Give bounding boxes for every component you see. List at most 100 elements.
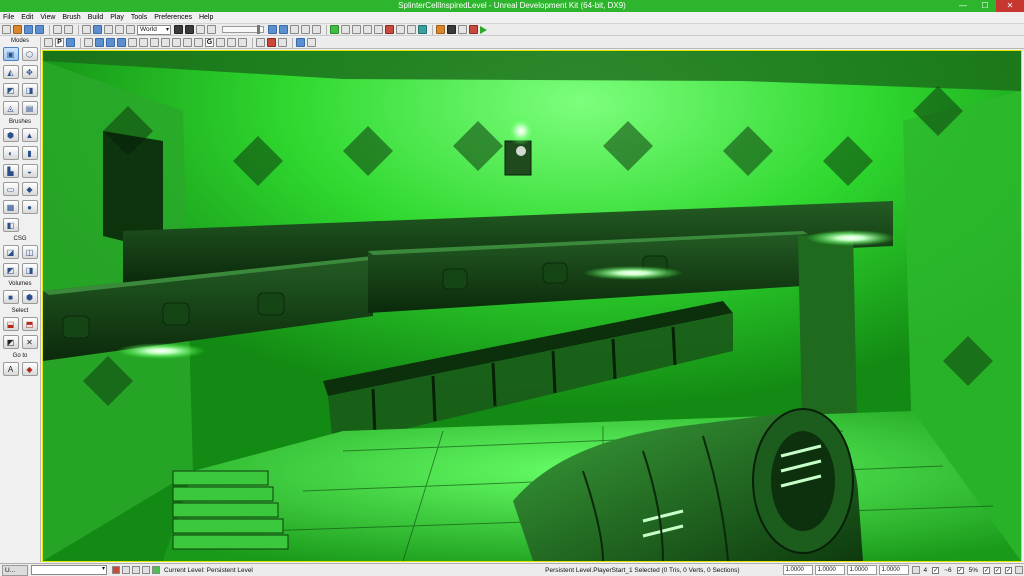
kismet-icon[interactable] (196, 25, 205, 34)
grid-size-value[interactable]: 4 (921, 567, 931, 574)
drag-grid-z[interactable]: 1.0000 (846, 565, 877, 575)
swarm-icon[interactable] (396, 25, 405, 34)
lighting-quality-icon[interactable] (407, 25, 416, 34)
invert-selection-icon[interactable]: ◩ (2, 335, 19, 349)
game-view-toggle[interactable]: G (205, 38, 214, 47)
light-complexity-icon[interactable] (139, 38, 148, 47)
build-lighting-icon[interactable] (341, 25, 350, 34)
status-folder-icon[interactable] (132, 566, 140, 574)
menu-tools[interactable]: Tools (131, 12, 147, 23)
record-icon[interactable] (267, 38, 276, 47)
command-combo[interactable] (31, 565, 107, 575)
select-cursor-icon[interactable] (82, 25, 91, 34)
redo-icon[interactable] (64, 25, 73, 34)
status-list-icon[interactable] (142, 566, 150, 574)
rotation-snap-value[interactable]: ~6 (941, 567, 954, 574)
new-file-icon[interactable] (2, 25, 11, 34)
lit-icon[interactable] (106, 38, 115, 47)
move-mode-icon[interactable]: ✥ (21, 65, 38, 79)
hide-icon[interactable] (301, 25, 310, 34)
build-all-icon[interactable] (374, 25, 383, 34)
scale-snap-value[interactable]: 5% (966, 567, 981, 574)
csg-add-icon[interactable]: ◪ (2, 245, 19, 259)
play-in-editor-icon[interactable] (436, 25, 445, 34)
geometry-mode-icon[interactable]: ⬡ (21, 47, 38, 61)
goto-builder-icon[interactable]: ◆ (21, 362, 38, 376)
lock-viewport-icon[interactable] (238, 38, 247, 47)
lighting-only-icon[interactable] (128, 38, 137, 47)
play-on-pc-icon[interactable] (447, 25, 456, 34)
status-layers-icon[interactable] (122, 566, 130, 574)
csg-intersect-icon[interactable]: ◩ (2, 263, 19, 277)
menu-brush[interactable]: Brush (62, 12, 80, 23)
volume-list-icon[interactable]: ⬢ (21, 290, 38, 304)
grid-snap-icon[interactable] (911, 566, 920, 574)
drag-grid-x[interactable]: 1.0000 (782, 565, 813, 575)
show-all-icon[interactable]: ✕ (21, 335, 38, 349)
menu-build[interactable]: Build (88, 12, 104, 23)
add-volume-icon[interactable]: ■ (2, 290, 19, 304)
perspective-toggle[interactable]: P (55, 38, 64, 47)
cylinder-brush-icon[interactable]: ▮ (21, 146, 38, 160)
menu-view[interactable]: View (40, 12, 55, 23)
viewport-options-icon[interactable] (307, 38, 316, 47)
foliage-mode-icon[interactable]: ▤ (21, 101, 38, 115)
close-button[interactable]: ✕ (996, 0, 1024, 12)
realtime-icon[interactable] (66, 38, 75, 47)
drag-grid-w[interactable]: 1.0000 (878, 565, 909, 575)
light-icon[interactable] (290, 25, 299, 34)
drag-grid-y[interactable]: 1.0000 (814, 565, 845, 575)
menu-file[interactable]: File (3, 12, 14, 23)
shader-complexity-icon[interactable] (161, 38, 170, 47)
lighting-checkbox[interactable]: ✓ (1005, 566, 1012, 574)
csg-deintersect-icon[interactable]: ◨ (21, 263, 38, 277)
drag-grid-icon[interactable] (268, 25, 277, 34)
detail-lighting-icon[interactable] (117, 38, 126, 47)
save-icon[interactable] (24, 25, 33, 34)
cube-brush-icon[interactable]: ⬢ (2, 128, 19, 142)
cone-brush-icon[interactable]: ▲ (21, 128, 38, 142)
binoculars-search-icon[interactable] (174, 25, 183, 34)
show-selected-icon[interactable]: ⬓ (2, 317, 19, 331)
viewport-menu-icon[interactable] (44, 38, 53, 47)
minimize-button[interactable]: — (952, 0, 974, 12)
open-folder-icon[interactable] (13, 25, 22, 34)
menu-preferences[interactable]: Preferences (154, 12, 192, 23)
menu-help[interactable]: Help (199, 12, 213, 23)
status-level-icon[interactable] (152, 566, 160, 574)
csg-subtract-icon[interactable]: ◫ (21, 245, 38, 259)
tetrahedron-brush-icon[interactable]: ◆ (21, 182, 38, 196)
sheet-brush-icon[interactable]: ▭ (2, 182, 19, 196)
hide-selected-icon[interactable]: ⬒ (21, 317, 38, 331)
camera-icon[interactable] (256, 38, 265, 47)
save-all-icon[interactable] (35, 25, 44, 34)
eye-icon[interactable] (227, 38, 236, 47)
build-paths-icon[interactable] (352, 25, 361, 34)
cooker-icon[interactable] (458, 25, 467, 34)
linear-stair-icon[interactable]: ▙ (2, 164, 19, 178)
realtime-checkbox[interactable]: ✓ (994, 566, 1001, 574)
content-browser-icon[interactable] (185, 25, 194, 34)
rotation-snap-checkbox[interactable]: ✓ (932, 566, 940, 574)
light-map-icon[interactable] (183, 38, 192, 47)
reflections-icon[interactable] (194, 38, 203, 47)
rotate-widget-icon[interactable] (104, 25, 113, 34)
landscape-mode-icon[interactable]: ◬ (2, 101, 19, 115)
show-flags-icon[interactable] (216, 38, 225, 47)
mesh-paint-icon[interactable]: ◨ (21, 83, 38, 97)
terrain-mode-icon[interactable]: ◭ (2, 65, 19, 79)
menu-play[interactable]: Play (110, 12, 124, 23)
play-in-viewport-icon[interactable] (296, 38, 305, 47)
undo-icon[interactable] (53, 25, 62, 34)
autosave-checkbox[interactable]: ✓ (983, 566, 990, 574)
goto-actor-icon[interactable]: A (2, 362, 19, 376)
bsp-icon[interactable] (279, 25, 288, 34)
lightmap-density-icon[interactable] (172, 38, 181, 47)
lighting-info-icon[interactable] (418, 25, 427, 34)
status-grid-icon[interactable] (112, 566, 120, 574)
scale-nonuniform-icon[interactable] (126, 25, 135, 34)
cube-icon[interactable] (312, 25, 321, 34)
spiral-stair-icon[interactable]: ◒ (21, 164, 38, 178)
taskbar-button[interactable]: U... (2, 564, 28, 576)
volumetric-brush-icon[interactable]: ▦ (2, 200, 19, 214)
